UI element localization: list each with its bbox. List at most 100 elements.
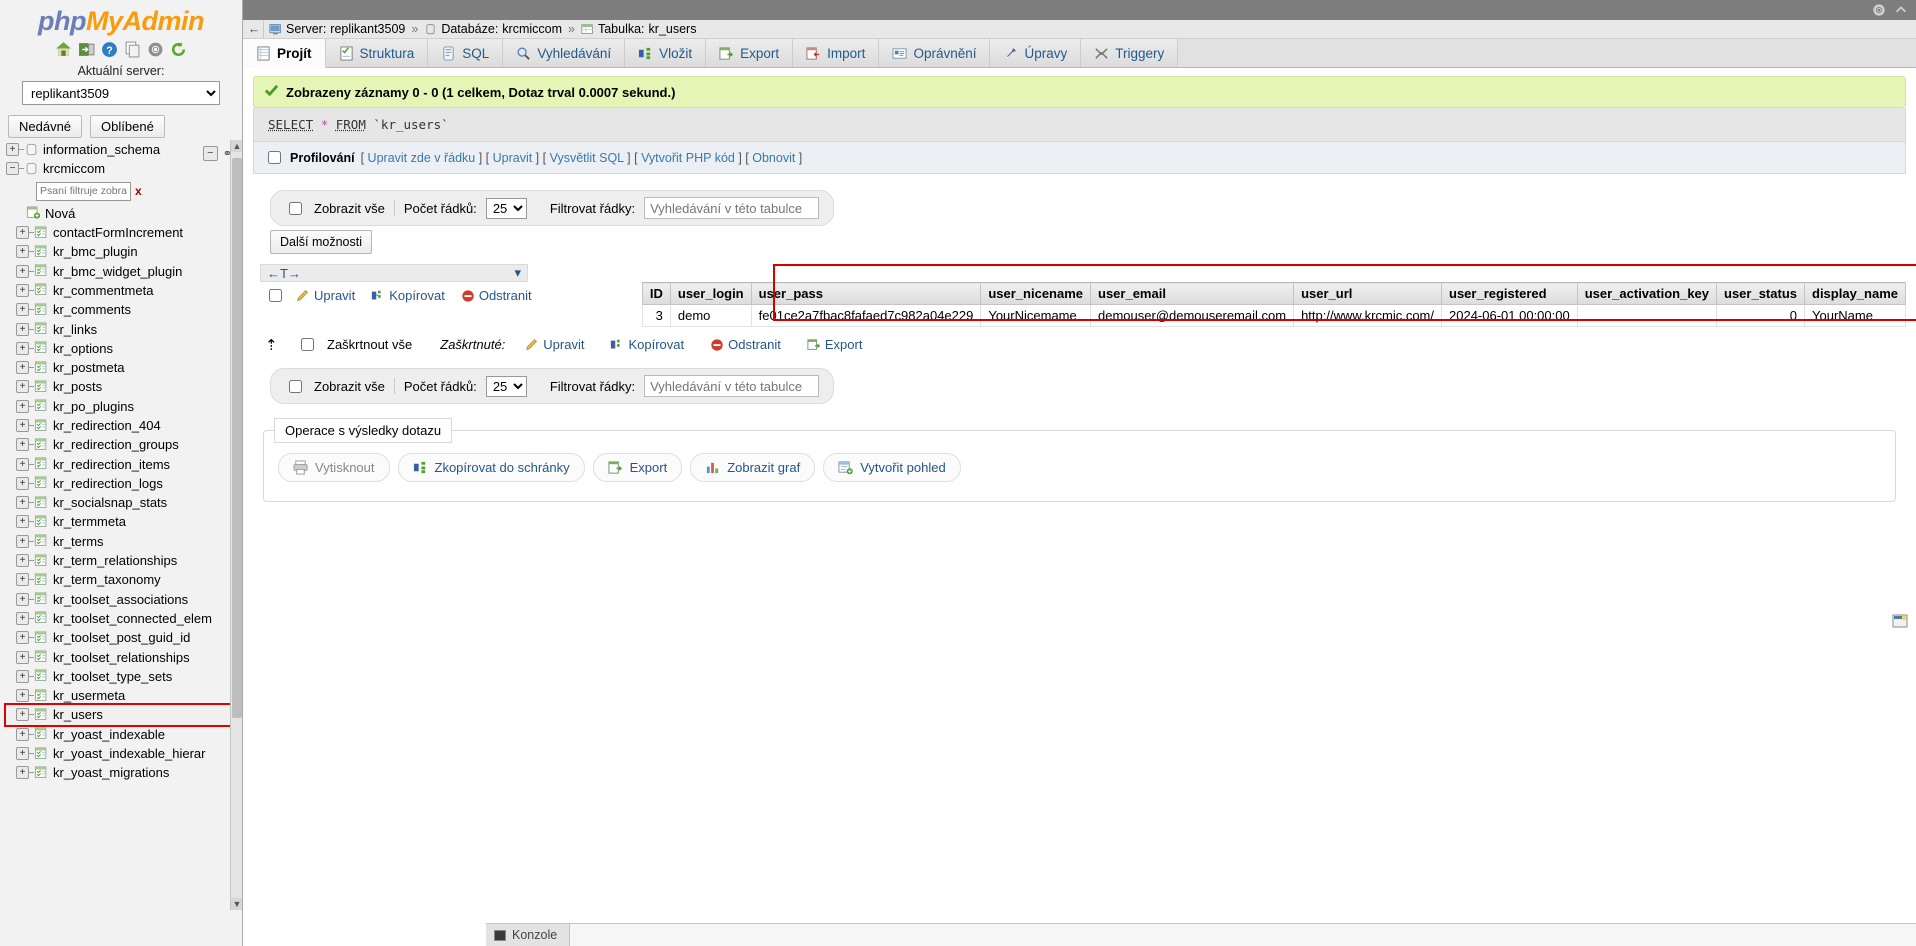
operation-button-zobrazit-graf[interactable]: Zobrazit graf (690, 453, 816, 482)
cell-user_activation_key[interactable] (1576, 304, 1718, 327)
filter-input-top[interactable] (644, 197, 820, 219)
tree-label[interactable]: kr_yoast_migrations (53, 765, 169, 780)
tab-proj-t[interactable]: Projít (243, 39, 326, 68)
breadcrumb-table-value[interactable]: kr_users (649, 22, 697, 36)
tree-node-kr_termmeta[interactable]: + kr_termmeta (6, 512, 232, 531)
help-icon[interactable]: ? (101, 41, 118, 58)
tree-label[interactable]: kr_toolset_post_guid_id (53, 630, 190, 645)
tree-node-kr_redirection_groups[interactable]: + kr_redirection_groups (6, 435, 232, 454)
sticky-note-icon[interactable] (1892, 613, 1908, 629)
expand-icon[interactable]: + (16, 727, 29, 741)
tab-triggery[interactable]: Triggery (1081, 39, 1179, 67)
cell-user_nicename[interactable]: YourNicemame (980, 304, 1092, 327)
expand-icon[interactable]: + (16, 380, 29, 394)
tree-label[interactable]: kr_toolset_associations (53, 592, 188, 607)
breadcrumb-table[interactable]: Tabulka: kr_users (576, 22, 702, 36)
expand-icon[interactable]: + (16, 631, 29, 645)
tree-label[interactable]: kr_users (53, 707, 103, 722)
operation-button-vytvo-it-pohled[interactable]: Vytvořit pohled (823, 453, 961, 482)
tree-node-kr_bmc_plugin[interactable]: + kr_bmc_plugin (6, 242, 232, 261)
column-header-user_nicename[interactable]: user_nicename (980, 282, 1092, 305)
expand-icon[interactable]: + (16, 747, 29, 761)
tab-vyhled-v-n-[interactable]: Vyhledávání (503, 39, 626, 67)
row-delete-action[interactable]: Odstranit (461, 288, 532, 303)
tree-node-kr_comments[interactable]: + kr_comments (6, 300, 232, 319)
tree-node-kr_redirection_logs[interactable]: + kr_redirection_logs (6, 474, 232, 493)
expand-icon[interactable]: + (16, 341, 29, 355)
tree-label[interactable]: kr_yoast_indexable (53, 727, 165, 742)
gear-icon[interactable] (147, 41, 164, 58)
tree-label[interactable]: kr_commentmeta (53, 283, 153, 298)
expand-icon[interactable]: + (16, 361, 29, 375)
expand-icon[interactable]: + (16, 592, 29, 606)
column-header-ID[interactable]: ID (641, 282, 671, 305)
profiling-link-1[interactable]: Upravit (493, 151, 533, 165)
tree-node-information_schema[interactable]: + information_schema (6, 140, 232, 159)
expand-icon[interactable]: + (16, 419, 29, 432)
tree-label[interactable]: kr_posts (53, 379, 102, 394)
tree-node-kr_yoast_migrations[interactable]: + kr_yoast_migrations (6, 763, 232, 782)
copy-icon[interactable] (124, 41, 141, 58)
tree-label[interactable]: Nová (45, 206, 75, 221)
expand-icon[interactable]: + (16, 303, 29, 317)
tree-label[interactable]: kr_usermeta (53, 688, 125, 703)
column-header-user_pass[interactable]: user_pass (750, 282, 982, 305)
expand-icon[interactable]: + (16, 515, 29, 529)
table-row[interactable]: 3 demo fe01ce2a7fbac8fafaed7c982a04e229 You… (641, 304, 1906, 327)
tree-filter-input[interactable] (36, 181, 131, 201)
sql-query-box[interactable]: SELECT * FROM `kr_users` (253, 108, 1906, 142)
back-arrow-icon[interactable]: ← (245, 19, 264, 39)
column-header-user_status[interactable]: user_status (1716, 282, 1805, 305)
tree-label[interactable]: kr_redirection_404 (53, 418, 161, 433)
bulk-export-action[interactable]: Export (807, 337, 862, 352)
favorites-button[interactable]: Oblíbené (90, 115, 165, 138)
select-up-icon[interactable]: ⇡ (265, 336, 287, 354)
cell-ID[interactable]: 3 (641, 304, 671, 327)
phpmyadmin-logo[interactable]: phpMyAdmin (0, 0, 242, 39)
profiling-checkbox[interactable] (268, 151, 281, 164)
recent-button[interactable]: Nedávné (8, 115, 83, 138)
check-all-checkbox[interactable] (301, 338, 314, 351)
tree-node-kr_postmeta[interactable]: + kr_postmeta (6, 358, 232, 377)
expand-icon[interactable]: + (16, 264, 29, 278)
tab-struktura[interactable]: Struktura (325, 39, 429, 67)
tree-node-kr_yoast_indexable_hierar[interactable]: + kr_yoast_indexable_hierar (6, 744, 232, 763)
logout-icon[interactable] (78, 41, 95, 58)
tree-node-kr_term_relationships[interactable]: + kr_term_relationships (6, 551, 232, 570)
tree-node-kr_yoast_indexable[interactable]: + kr_yoast_indexable (6, 725, 232, 744)
sidebar-scrollbar[interactable]: ▲ ▼ (230, 140, 242, 910)
tree-node-kr_toolset_connected_elem[interactable]: + kr_toolset_connected_elem (6, 609, 232, 628)
tree-node-kr_options[interactable]: + kr_options (6, 339, 232, 358)
expand-icon[interactable]: + (16, 534, 29, 548)
settings-gear-icon[interactable] (1872, 3, 1886, 17)
tree-label[interactable]: kr_postmeta (53, 360, 125, 375)
tree-node-new[interactable]: Nová (6, 204, 232, 223)
expand-icon[interactable]: + (16, 611, 29, 625)
column-header-user_login[interactable]: user_login (669, 282, 752, 305)
tree-node-kr_toolset_associations[interactable]: + kr_toolset_associations (6, 590, 232, 609)
column-header-user_activation_key[interactable]: user_activation_key (1576, 282, 1718, 305)
cell-display_name[interactable]: YourName (1804, 304, 1906, 327)
expand-icon[interactable]: + (16, 689, 29, 703)
tree-label[interactable]: kr_redirection_items (53, 457, 170, 472)
profiling-link-2[interactable]: Vysvětlit SQL (550, 151, 624, 165)
row-copy-action[interactable]: Kopírovat (371, 288, 445, 303)
tree-label[interactable]: krcmiccom (43, 161, 105, 176)
sort-arrows-icon[interactable]: ←T→ (267, 266, 301, 281)
tree-label[interactable]: kr_bmc_widget_plugin (53, 264, 182, 279)
show-all-checkbox-bottom[interactable] (289, 379, 302, 393)
expand-icon[interactable]: + (16, 476, 29, 490)
tree-label[interactable]: kr_toolset_relationships (53, 650, 190, 665)
tree-label[interactable]: kr_redirection_logs (53, 476, 163, 491)
tree-label[interactable]: kr_bmc_plugin (53, 244, 138, 259)
tab-sql[interactable]: SQL (428, 39, 504, 67)
tree-node-kr_socialsnap_stats[interactable]: + kr_socialsnap_stats (6, 493, 232, 512)
tab--pravy[interactable]: Úpravy (990, 39, 1082, 67)
column-header-user_email[interactable]: user_email (1090, 282, 1295, 305)
row-checkbox[interactable] (269, 289, 282, 302)
tree-node-contactFormIncrement[interactable]: + contactFormIncrement (6, 223, 232, 242)
profiling-link-3[interactable]: Vytvořit PHP kód (641, 151, 735, 165)
tree-label[interactable]: kr_po_plugins (53, 399, 134, 414)
tree-label[interactable]: kr_term_relationships (53, 553, 177, 568)
filter-input-bottom[interactable] (644, 375, 820, 397)
